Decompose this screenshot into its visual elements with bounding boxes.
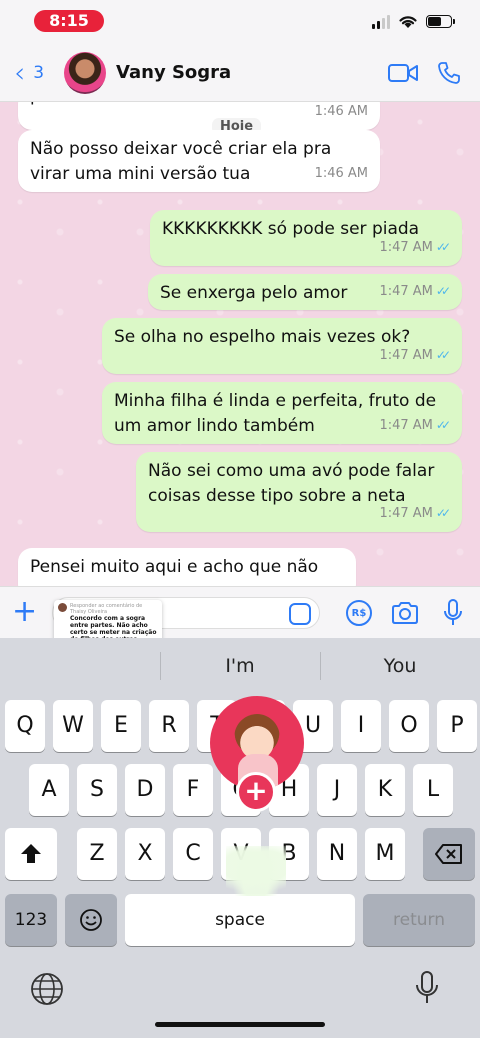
chat-header: ‹ 3 Vany Sogra — [0, 44, 480, 102]
message-bubble[interactable]: Pensei muito aqui e acho que não — [18, 548, 356, 586]
key-p[interactable]: P — [437, 700, 477, 752]
read-receipt-icon: ✓✓ — [435, 506, 451, 520]
space-key[interactable]: space — [125, 894, 355, 946]
payment-button[interactable]: R$ — [344, 599, 374, 627]
microphone-icon — [444, 599, 462, 625]
key-m[interactable]: M — [365, 828, 405, 880]
sticker-icon[interactable] — [289, 603, 311, 625]
message-time: 1:47 AM ✓✓ — [379, 279, 451, 304]
emoji-icon — [80, 909, 102, 931]
read-receipt-icon: ✓✓ — [435, 348, 451, 362]
home-indicator[interactable] — [155, 1022, 325, 1027]
message-time: 1:46 AM — [314, 166, 368, 181]
key-o[interactable]: O — [389, 700, 429, 752]
heart-icon — [226, 846, 286, 896]
key-d[interactable]: D — [125, 764, 165, 816]
suggestion-bar: I'm You — [0, 638, 480, 694]
message-time: 1:47 AM ✓✓ — [379, 501, 451, 526]
key-j[interactable]: J — [317, 764, 357, 816]
key-q[interactable]: Q — [5, 700, 45, 752]
microphone-icon — [416, 971, 438, 1003]
dictation-key[interactable] — [414, 970, 448, 1010]
key-s[interactable]: S — [77, 764, 117, 816]
message-time: 1:47 AM ✓✓ — [379, 235, 451, 260]
read-receipt-icon: ✓✓ — [435, 240, 451, 254]
message-text: personalidade — [30, 102, 151, 109]
numbers-key[interactable]: 123 — [5, 894, 57, 946]
key-e[interactable]: E — [101, 700, 141, 752]
avatar[interactable] — [64, 51, 107, 94]
key-r[interactable]: R — [149, 700, 189, 752]
message-bubble[interactable]: Se olha no espelho mais vezes ok? 1:47 A… — [102, 318, 462, 374]
message-bubble[interactable]: personalidade 1:46 AM — [18, 102, 380, 130]
attach-plus-button[interactable]: + — [12, 597, 37, 627]
key-i[interactable]: I — [341, 700, 381, 752]
message-bubble[interactable]: Não posso deixar você criar ela pra vira… — [18, 130, 380, 192]
key-x[interactable]: X — [125, 828, 165, 880]
delete-key[interactable] — [423, 828, 475, 880]
reply-comment-header: Responder ao comentário de Thaisy Olivei… — [58, 603, 158, 615]
camera-button[interactable] — [390, 599, 420, 627]
message-time: 1:47 AM ✓✓ — [379, 413, 451, 438]
chat-area[interactable]: personalidade 1:46 AM Hoje Não posso dei… — [0, 102, 480, 586]
globe-icon — [31, 973, 63, 1005]
video-call-button[interactable] — [388, 58, 418, 88]
message-bubble[interactable]: KKKKKKKKK só pode ser piada 1:47 AM ✓✓ — [150, 210, 462, 266]
wifi-icon — [399, 16, 417, 28]
suggestion-item[interactable]: You — [320, 638, 480, 694]
shift-key[interactable] — [5, 828, 57, 880]
key-f[interactable]: F — [173, 764, 213, 816]
key-z[interactable]: Z — [77, 828, 117, 880]
camera-icon — [392, 602, 418, 624]
message-text: Pensei muito aqui e acho que não — [30, 557, 319, 577]
return-key[interactable]: return — [363, 894, 475, 946]
key-k[interactable]: K — [365, 764, 405, 816]
signal-icon — [372, 14, 390, 29]
video-camera-icon — [388, 63, 418, 82]
globe-key[interactable] — [30, 972, 70, 1012]
message-bubble[interactable]: Minha filha é linda e perfeita, fruto de… — [102, 382, 462, 444]
battery-icon — [426, 15, 455, 28]
key-a[interactable]: A — [29, 764, 69, 816]
chevron-left-icon: ‹ — [14, 55, 26, 89]
status-icons — [372, 14, 455, 29]
shift-arrow-icon — [21, 844, 41, 863]
key-c[interactable]: C — [173, 828, 213, 880]
emoji-key[interactable] — [65, 894, 117, 946]
voice-call-button[interactable] — [434, 58, 464, 88]
backspace-icon — [435, 844, 462, 864]
back-button[interactable]: ‹ 3 — [14, 55, 45, 89]
currency-icon: R$ — [346, 600, 372, 626]
message-text: Não posso deixar você criar ela pra vira… — [30, 139, 332, 184]
unread-count: 3 — [33, 62, 45, 83]
voice-message-button[interactable] — [438, 599, 468, 627]
message-time: 1:46 AM — [314, 104, 368, 119]
add-sticker-button[interactable]: + — [236, 772, 276, 812]
message-bubble[interactable]: Se enxerga pelo amor 1:47 AM ✓✓ — [148, 274, 462, 310]
read-receipt-icon: ✓✓ — [435, 418, 451, 432]
message-time: 1:47 AM ✓✓ — [379, 343, 451, 368]
key-n[interactable]: N — [317, 828, 357, 880]
suggestion-item[interactable] — [0, 638, 160, 694]
phone-icon — [438, 61, 460, 84]
key-l[interactable]: L — [413, 764, 453, 816]
status-time: 8:15 — [34, 10, 104, 32]
status-bar: 8:15 — [0, 0, 480, 44]
read-receipt-icon: ✓✓ — [435, 284, 451, 298]
message-bubble[interactable]: Não sei como uma avó pode falar coisas d… — [136, 452, 462, 532]
suggestion-item[interactable]: I'm — [160, 638, 320, 694]
contact-name[interactable]: Vany Sogra — [116, 62, 388, 83]
key-w[interactable]: W — [53, 700, 93, 752]
